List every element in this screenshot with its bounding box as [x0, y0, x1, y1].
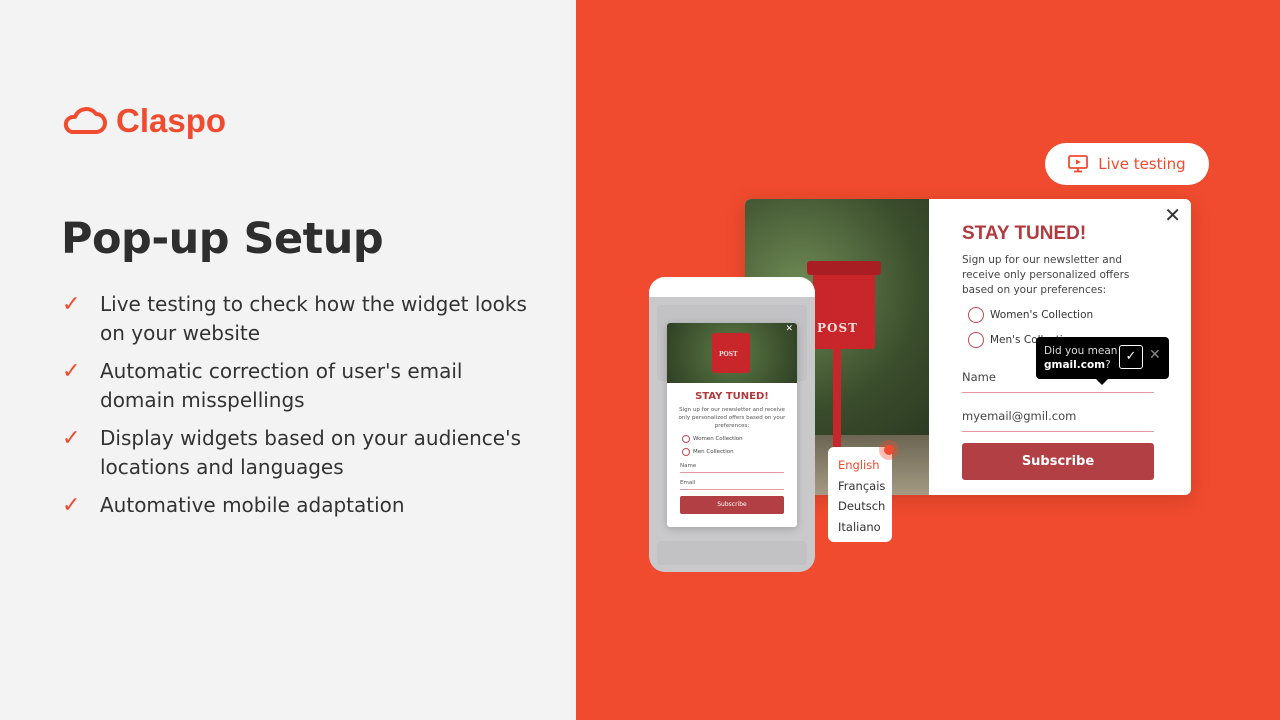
close-icon[interactable]: ✕ — [1164, 203, 1181, 227]
radio-men[interactable]: Men Collection — [682, 448, 797, 456]
check-icon: ✓ — [62, 359, 81, 384]
check-icon: ✓ — [62, 426, 81, 451]
dismiss-suggestion-icon[interactable]: ✕ — [1149, 348, 1161, 362]
feature-item: ✓ Display widgets based on your audience'… — [62, 424, 532, 482]
feature-list: ✓ Live testing to check how the widget lo… — [62, 290, 532, 529]
popup-title: STAY TUNED! — [962, 223, 1087, 244]
live-testing-button[interactable]: Live testing — [1045, 143, 1209, 185]
monitor-play-icon — [1068, 155, 1089, 173]
mobile-preview: POST ✕ STAY TUNED! Sign up for our newsl… — [649, 277, 815, 572]
popup-description: Sign up for our newsletter and receive o… — [962, 254, 1130, 296]
brand-name: Claspo — [116, 102, 227, 139]
email-field[interactable]: Email — [680, 480, 784, 490]
radio-icon — [968, 307, 984, 323]
mobile-popup: POST ✕ STAY TUNED! Sign up for our newsl… — [667, 323, 797, 527]
left-panel: Claspo Pop-up Setup ✓ Live testing to che… — [0, 0, 576, 720]
radio-women[interactable]: Women Collection — [682, 435, 797, 443]
feature-item: ✓ Live testing to check how the widget lo… — [62, 290, 532, 348]
language-option-german[interactable]: Deutsch — [838, 496, 892, 517]
feature-item: ✓ Automative mobile adaptation — [62, 493, 405, 518]
check-icon: ✓ — [62, 493, 81, 518]
feature-item: ✓ Automatic correction of user's email do… — [62, 357, 532, 415]
close-icon[interactable]: ✕ — [785, 324, 793, 334]
email-field[interactable]: myemail@gmil.com — [962, 403, 1154, 432]
mailbox-photo: POST ✕ — [667, 323, 797, 383]
name-field[interactable]: Name — [680, 463, 784, 473]
radio-women[interactable]: Women's Collection — [968, 307, 1154, 323]
radio-icon — [968, 332, 984, 348]
language-option-french[interactable]: Français — [838, 476, 892, 497]
subscribe-button[interactable]: Subscribe — [680, 496, 784, 514]
subscribe-button[interactable]: Subscribe — [962, 443, 1154, 480]
cursor-indicator-icon — [879, 440, 899, 460]
email-suggestion-tooltip: Did you mean gmail.com? ✓ ✕ — [1036, 337, 1169, 385]
cloud-icon — [63, 107, 107, 134]
page-title: Pop-up Setup — [61, 214, 384, 264]
logo: Claspo — [60, 102, 226, 140]
language-dropdown: English Français Deutsch Italiano — [828, 447, 892, 542]
language-option-italian[interactable]: Italiano — [838, 517, 892, 538]
accept-suggestion-button[interactable]: ✓ — [1119, 345, 1143, 369]
check-icon: ✓ — [62, 292, 81, 317]
